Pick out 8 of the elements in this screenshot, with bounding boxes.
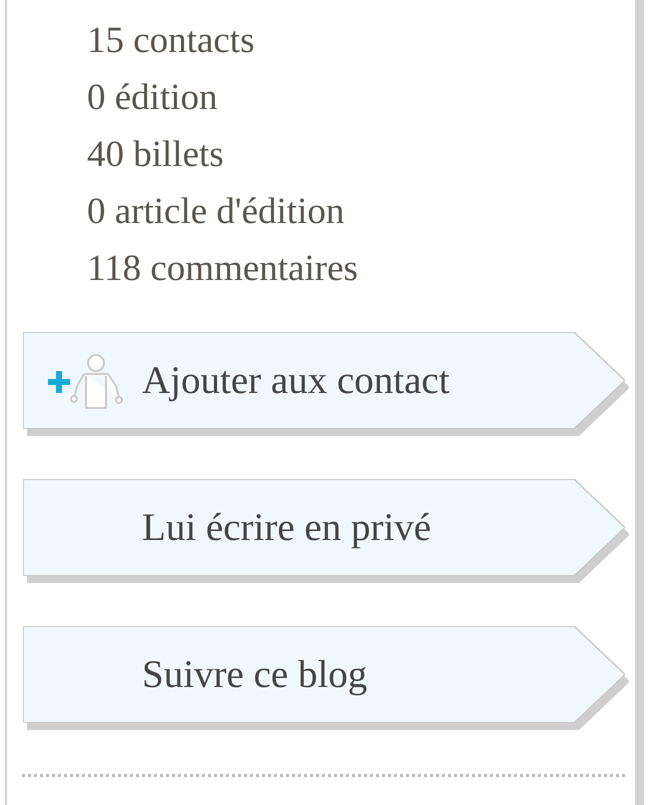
- stat-text: 0 article d'édition: [87, 190, 344, 234]
- action-button[interactable]: Suivre ce blog: [24, 627, 624, 722]
- stat-text: 15 contacts: [87, 19, 254, 63]
- action-button[interactable]: Lui écrire en privé: [24, 480, 624, 575]
- stat-text: 118 commentaires: [87, 247, 358, 291]
- stat-text: 40 billets: [87, 133, 224, 177]
- action-button[interactable]: Ajouter aux contact: [24, 333, 624, 428]
- stat-text: 0 édition: [87, 76, 218, 120]
